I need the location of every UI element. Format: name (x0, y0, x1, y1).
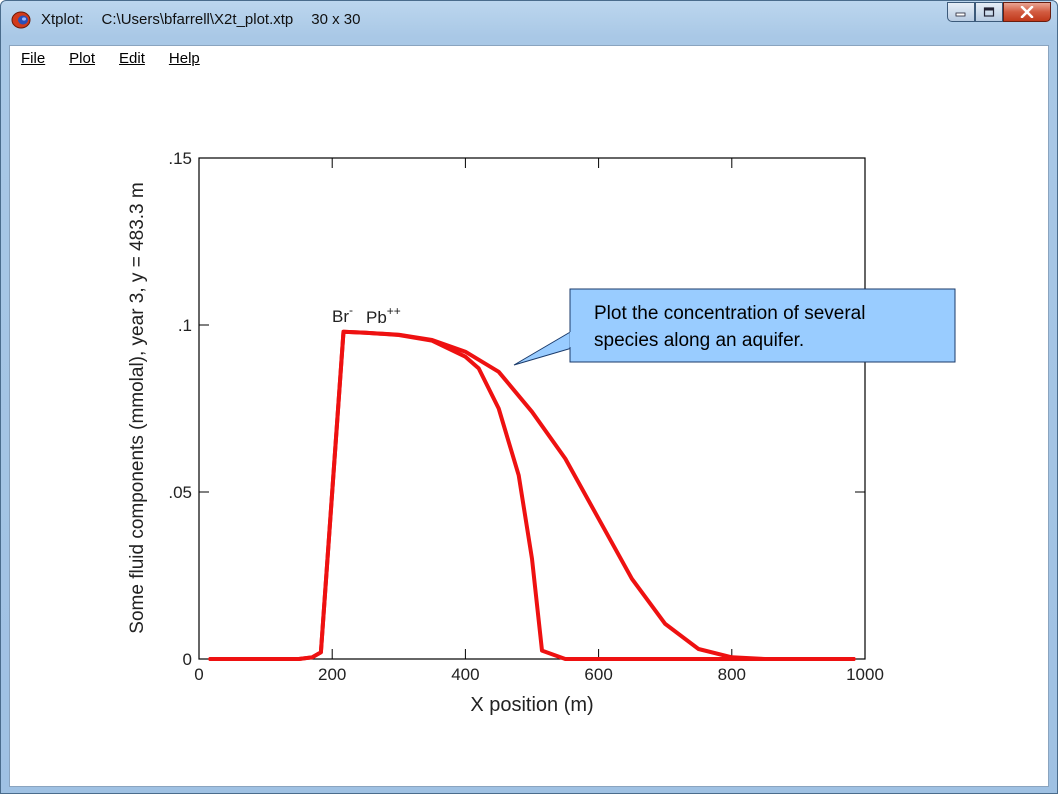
app-logo-icon (11, 11, 31, 29)
close-button[interactable] (1003, 2, 1051, 22)
minimize-button[interactable] (947, 2, 975, 22)
window-title: Xtplot: C:\Users\bfarrell\X2t_plot.xtp 30 … (41, 11, 379, 28)
series-line-br (208, 329, 856, 661)
close-icon (1020, 6, 1034, 18)
callout-pointer (513, 330, 573, 366)
callout-line-2: species along an aquifer. (594, 330, 804, 351)
title-grid-size: 30 x 30 (311, 11, 361, 28)
y-tick-label: .15 (168, 149, 192, 168)
callout-line-1: Plot the concentration of several (594, 303, 865, 324)
title-file-path: C:\Users\bfarrell\X2t_plot.xtp (101, 11, 294, 28)
maximize-icon (983, 7, 995, 17)
x-tick-label: 1000 (846, 665, 884, 684)
plot-frame (198, 157, 866, 660)
series-line-pb (208, 329, 856, 661)
x-tick-label: 200 (318, 665, 346, 684)
x-axis-label: X position (m) (470, 694, 593, 716)
caption-buttons (947, 2, 1051, 22)
series-label-br: Br- (332, 303, 353, 326)
y-tick-label: .05 (168, 483, 192, 502)
y-tick-label: 0 (183, 650, 192, 669)
client-area: File Plot Edit Help 0 200 400 600 800 1000 0.… (9, 45, 1049, 787)
y-axis-ticks: 0 .05 .1 .15 (168, 149, 865, 669)
maximize-button[interactable] (975, 2, 1003, 22)
x-tick-label: 600 (584, 665, 612, 684)
series-labels: Br- Pb++ (332, 303, 401, 327)
plot-canvas[interactable]: 0 200 400 600 800 1000 0 .05 .1 .15 X position (… (10, 46, 1048, 786)
title-app-name: Xtplot: (41, 11, 84, 28)
y-tick-label: .1 (178, 316, 192, 335)
x-tick-label: 0 (194, 665, 203, 684)
y-axis-label: Some fluid components (mmolal), year 3, … (127, 182, 148, 633)
series-label-pb: Pb++ (366, 304, 401, 327)
series-lines (208, 329, 856, 661)
x-tick-label: 400 (451, 665, 479, 684)
callout: Plot the concentration of several specie… (513, 288, 956, 366)
title-bar[interactable]: Xtplot: C:\Users\bfarrell\X2t_plot.xtp 30 … (1, 1, 1057, 37)
x-tick-label: 800 (718, 665, 746, 684)
application-window: Xtplot: C:\Users\bfarrell\X2t_plot.xtp 30 … (0, 0, 1058, 794)
minimize-icon (955, 12, 966, 17)
callout-box (569, 288, 956, 363)
